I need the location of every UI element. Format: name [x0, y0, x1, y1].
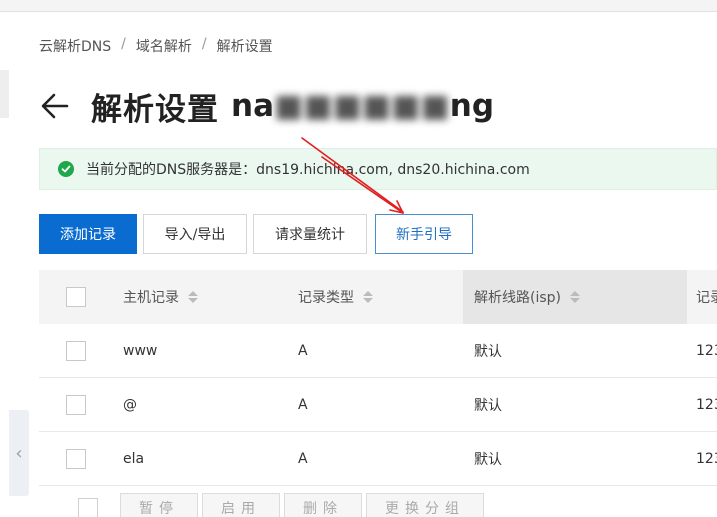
change-group-button[interactable]: 更换分组 — [366, 493, 484, 517]
sort-icon[interactable] — [570, 291, 580, 303]
row-checkbox-cell — [66, 324, 86, 377]
breadcrumb: 云解析DNS / 域名解析 / 解析设置 — [39, 36, 273, 56]
row-checkbox[interactable] — [66, 394, 86, 415]
select-all-checkbox[interactable] — [66, 287, 86, 307]
cell-host: @ — [123, 396, 137, 413]
column-line[interactable]: 解析线路(isp) — [474, 270, 580, 324]
request-stats-button[interactable]: 请求量统计 — [253, 214, 367, 254]
table-row[interactable]: www A 默认 123 — [39, 324, 717, 378]
table-row[interactable]: ela A 默认 123 — [39, 432, 717, 486]
records-table: 主机记录 记录类型 解析线路(isp) 记录 www A 默认 123 @ A … — [39, 270, 717, 486]
breadcrumb-separator: / — [121, 36, 126, 52]
cell-type: A — [298, 396, 308, 413]
select-all-cell — [66, 270, 86, 324]
cell-line: 默认 — [474, 397, 502, 414]
breadcrumb-item-settings: 解析设置 — [216, 39, 273, 55]
row-checkbox[interactable] — [66, 448, 86, 469]
domain-name: na■■■■■■ng — [231, 88, 494, 124]
add-record-button[interactable]: 添加记录 — [39, 214, 137, 254]
cell-value: 123 — [696, 396, 717, 413]
row-checkbox[interactable] — [66, 340, 86, 361]
column-line-label: 解析线路(isp) — [474, 290, 561, 306]
bulk-select-checkbox[interactable] — [78, 498, 98, 517]
table-header: 主机记录 记录类型 解析线路(isp) 记录 — [39, 270, 717, 324]
cell-type: A — [298, 342, 308, 359]
sidebar-collapse-tab[interactable]: ‹ — [9, 410, 29, 496]
breadcrumb-separator: / — [201, 36, 207, 52]
row-checkbox-cell — [66, 378, 86, 431]
sort-icon[interactable] — [363, 291, 373, 303]
breadcrumb-item-dns[interactable]: 云解析DNS — [39, 36, 111, 56]
cell-type: A — [298, 450, 308, 467]
column-type[interactable]: 记录类型 — [298, 270, 373, 324]
breadcrumb-item-domain-resolution[interactable]: 域名解析 — [136, 36, 192, 56]
page-title: 解析设置 — [91, 91, 219, 128]
cell-host: www — [123, 342, 158, 359]
bulk-action-bar: 暂停 启用 删除 更换分组 — [78, 493, 484, 517]
cell-value: 123 — [696, 450, 717, 467]
left-rail — [0, 70, 9, 118]
beginner-guide-button[interactable]: 新手引导 — [375, 214, 473, 254]
row-checkbox-cell — [66, 432, 86, 485]
dns-server-notice: 当前分配的DNS服务器是：dns19.hichina.com, dns20.hi… — [39, 148, 717, 190]
chevron-left-icon: ‹ — [15, 442, 23, 464]
domain-visible-start: na — [231, 88, 274, 124]
column-value-label: 记录 — [696, 290, 717, 306]
title-row: 解析设置 na■■■■■■ng — [39, 84, 494, 128]
check-circle-icon — [58, 161, 74, 177]
toolbar: 添加记录 导入/导出 请求量统计 新手引导 — [39, 214, 473, 254]
column-value[interactable]: 记录 — [696, 270, 717, 324]
enable-button[interactable]: 启用 — [202, 493, 280, 517]
back-arrow-icon[interactable] — [39, 90, 71, 122]
domain-visible-end: ng — [449, 88, 495, 124]
table-row[interactable]: @ A 默认 123 — [39, 378, 717, 432]
notice-text: 当前分配的DNS服务器是：dns19.hichina.com, dns20.hi… — [86, 162, 530, 178]
column-type-label: 记录类型 — [298, 290, 354, 306]
cell-value: 123 — [696, 342, 717, 359]
cell-line: 默认 — [474, 343, 502, 360]
top-bar — [0, 0, 717, 12]
cell-line: 默认 — [474, 451, 502, 468]
import-export-button[interactable]: 导入/导出 — [143, 214, 247, 254]
domain-obscured-part: ■■■■■■ — [274, 88, 450, 124]
column-host-label: 主机记录 — [123, 290, 179, 306]
pause-button[interactable]: 暂停 — [120, 493, 198, 517]
column-host[interactable]: 主机记录 — [123, 270, 198, 324]
cell-host: ela — [123, 450, 145, 467]
delete-button[interactable]: 删除 — [284, 493, 362, 517]
sort-icon[interactable] — [188, 291, 198, 303]
